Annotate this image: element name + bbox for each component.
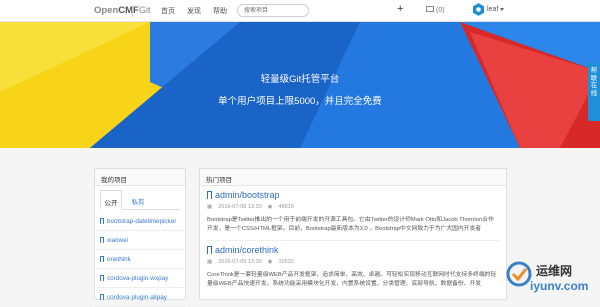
repo-date: 2016-07-05 13:30 (218, 204, 262, 210)
calendar-icon: ▦ (207, 259, 213, 265)
brand-name-cmf: CMF (118, 5, 139, 16)
repo-link[interactable]: admin/bootstrap (207, 190, 499, 202)
tab-private[interactable]: 私有 (128, 190, 148, 210)
hero-banner: 轻量级Git托管平台 单个用户项目上限5000，并且完全免费 帮 联 在 线 (0, 22, 600, 148)
repo-description: Bootstrap是Twitter推出的一个用于前端开发的开源工具包。它由Twi… (207, 217, 494, 232)
repo-meta: ▦ 2016-07-05 13:30 ◉ 48819 (207, 204, 499, 212)
hero-subtitle: 单个用户项目上限5000，并且完全免费 (218, 96, 382, 107)
bookmark-icon (207, 246, 212, 254)
project-item[interactable]: onethink (95, 250, 185, 269)
nav-item-discover[interactable]: 发现 (187, 6, 201, 16)
calendar-icon: ▦ (207, 204, 213, 210)
project-name: bootstrap-datetimepicker (107, 218, 177, 225)
project-tabs: 公开 私有 (100, 190, 180, 210)
nav-item-home[interactable]: 首页 (161, 6, 175, 16)
eye-icon: ◉ (267, 259, 273, 265)
bookmark-icon (100, 237, 104, 243)
logo-divider (132, 5, 133, 17)
chevron-down-icon (500, 8, 505, 11)
project-item[interactable]: xiaowei (95, 231, 185, 250)
eye-icon: ◉ (267, 204, 273, 210)
bookmark-icon (207, 191, 212, 199)
hero-title: 轻量级Git托管平台 (260, 74, 340, 85)
feedback-tab[interactable]: 帮 联 在 线 (588, 63, 600, 121)
tab-public[interactable]: 公开 (100, 190, 122, 210)
my-projects-title: 我的项目 (95, 169, 185, 186)
repo-link[interactable]: admin/corethink (207, 245, 499, 257)
hot-projects-panel: 热门项目 admin/bootstrap ▦ 2016-07-05 13:30 ◉ 4… (199, 168, 507, 300)
watermark: 运维网 iyunv.com (500, 255, 600, 300)
project-item[interactable]: cordova-plugin-alipay (95, 288, 185, 307)
messages-count: (0) (436, 7, 445, 14)
repo-card: admin/corethink ▦ 2016-07-05 13:30 ◉ 10532 … (200, 241, 506, 289)
messages-button[interactable]: (0) (426, 6, 445, 14)
repo-date: 2016-07-05 13:30 (218, 259, 262, 265)
watermark-line1: 运维网 (536, 264, 573, 278)
username: leaf (487, 6, 499, 13)
project-name: cordova-plugin-wxpay (107, 275, 169, 282)
project-item[interactable]: bootstrap-datetimepicker (95, 212, 185, 231)
mail-icon (426, 6, 434, 12)
nav-item-help[interactable]: 帮助 (213, 6, 227, 16)
repo-card: admin/bootstrap ▦ 2016-07-05 13:30 ◉ 48819 … (200, 186, 506, 241)
avatar (473, 3, 484, 16)
repo-name: admin/corethink (215, 245, 279, 255)
bookmark-icon (100, 256, 104, 262)
bookmark-icon (100, 275, 104, 281)
project-name: onethink (107, 256, 131, 263)
repo-name: admin/bootstrap (215, 190, 280, 200)
repo-views: 48819 (278, 204, 294, 210)
hero-background (0, 22, 600, 148)
watermark-line2: iyunv.com (530, 279, 589, 293)
user-menu[interactable]: leaf (473, 3, 505, 16)
brand-name-open: Open (94, 5, 119, 16)
project-item[interactable]: cordova-plugin-wxpay (95, 269, 185, 288)
search-input[interactable] (237, 4, 309, 17)
repo-views: 10532 (278, 259, 294, 265)
my-projects-panel: 我的项目 公开 私有 bootstrap-datetimepicker xiao… (94, 168, 186, 307)
watermark-logo-icon (506, 261, 532, 287)
bookmark-icon (100, 294, 104, 300)
bookmark-icon (100, 218, 104, 224)
hot-projects-title: 热门项目 (200, 169, 506, 186)
brand-git-label: Git (139, 5, 151, 15)
top-navbar: OpenCMF Git 首页 发现 帮助 + (0) leaf (0, 0, 600, 22)
repo-meta: ▦ 2016-07-05 13:30 ◉ 10532 (207, 259, 499, 267)
project-name: xiaowei (107, 237, 128, 244)
repo-description: CoreThink是一套轻量级WEB产品开发框架，追求简单、高效、卓越。可轻松实… (207, 272, 497, 287)
add-icon[interactable]: + (397, 3, 403, 15)
